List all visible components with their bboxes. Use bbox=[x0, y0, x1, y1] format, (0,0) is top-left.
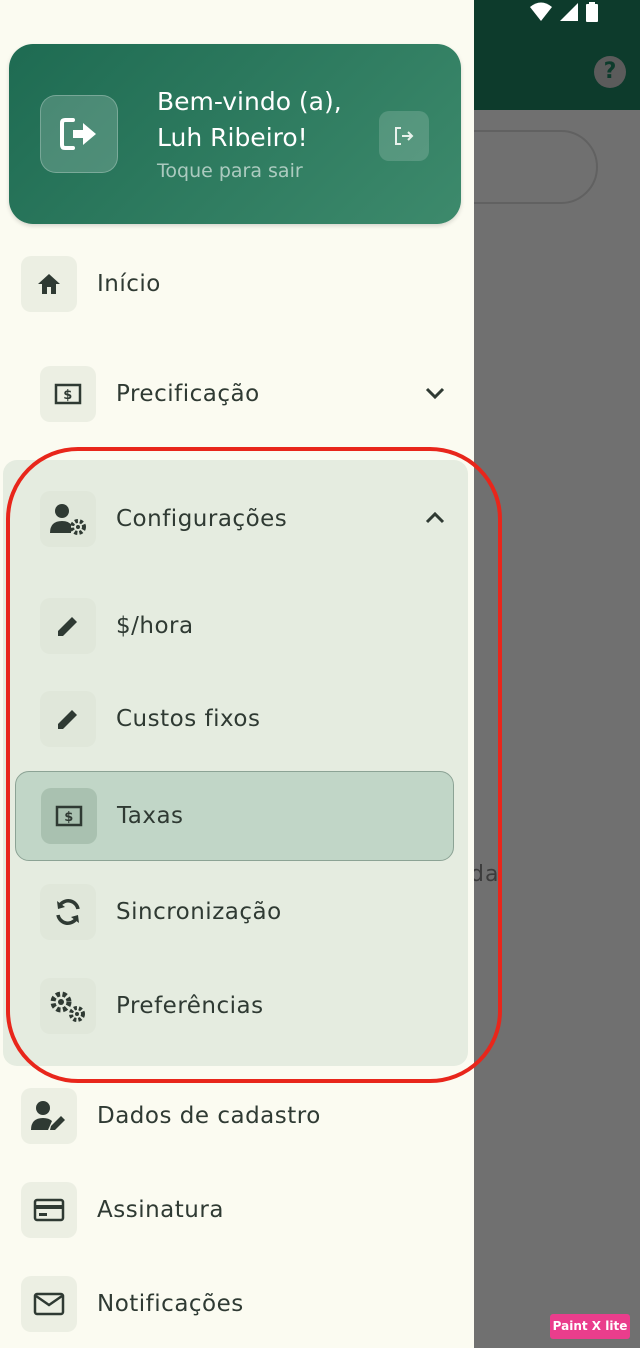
username-line: Luh Ribeiro! bbox=[157, 123, 308, 152]
status-bar-icons bbox=[530, 2, 598, 22]
logout-badge bbox=[40, 95, 118, 173]
credit-card-icon-box bbox=[21, 1182, 77, 1238]
pencil-icon bbox=[58, 710, 77, 729]
money-icon-box: $ bbox=[40, 366, 96, 422]
greeting-line: Bem-vindo (a), bbox=[157, 87, 342, 116]
menu-label: Dados de cadastro bbox=[97, 1103, 321, 1129]
submenu-item-preferencias[interactable]: Preferências bbox=[40, 978, 264, 1034]
menu-label: Configurações bbox=[116, 506, 288, 532]
welcome-text: Bem-vindo (a), Luh Ribeiro! bbox=[157, 84, 377, 156]
pencil-icon bbox=[58, 617, 77, 636]
menu-label: Notificações bbox=[97, 1291, 244, 1317]
gears-icon bbox=[50, 991, 85, 1022]
submenu-item-sincronizacao[interactable]: Sincronização bbox=[40, 884, 282, 940]
mail-icon-box bbox=[21, 1276, 77, 1332]
submenu-item-taxas[interactable]: $ Taxas bbox=[15, 771, 454, 861]
menu-item-inicio[interactable]: Início bbox=[21, 256, 161, 312]
logout-icon bbox=[60, 118, 96, 150]
configuracoes-expanded-panel bbox=[3, 460, 468, 1066]
credit-card-icon bbox=[33, 1198, 65, 1222]
chevron-down-icon[interactable] bbox=[424, 385, 446, 401]
navigation-drawer: Bem-vindo (a), Luh Ribeiro! Toque para s… bbox=[0, 0, 474, 1348]
svg-text:$: $ bbox=[64, 810, 74, 825]
submenu-label: $/hora bbox=[116, 613, 194, 639]
signal-icon bbox=[560, 3, 578, 21]
submenu-label: Custos fixos bbox=[116, 706, 261, 732]
user-settings-icon-box bbox=[40, 491, 96, 547]
menu-item-notificacoes[interactable]: Notificações bbox=[21, 1276, 244, 1332]
sync-icon-box bbox=[40, 884, 96, 940]
gears-icon-box bbox=[40, 978, 96, 1034]
home-icon bbox=[38, 274, 60, 294]
menu-item-dados-cadastro[interactable]: Dados de cadastro bbox=[21, 1088, 321, 1144]
user-edit-icon-box bbox=[21, 1088, 77, 1144]
home-icon-box bbox=[21, 256, 77, 312]
background-text-fragment: da bbox=[470, 862, 500, 887]
watermark-badge: Paint X lite bbox=[550, 1314, 630, 1339]
wifi-icon bbox=[530, 2, 552, 21]
submenu-label: Preferências bbox=[116, 993, 264, 1019]
sync-icon bbox=[56, 899, 80, 925]
money-icon: $ bbox=[55, 805, 83, 827]
tap-to-logout-hint: Toque para sair bbox=[157, 160, 303, 182]
battery-icon bbox=[586, 2, 598, 22]
user-edit-icon bbox=[31, 1101, 65, 1130]
menu-label: Início bbox=[97, 271, 161, 297]
menu-item-precificacao[interactable]: $ Precificação bbox=[40, 366, 260, 422]
chevron-up-icon[interactable] bbox=[424, 510, 446, 526]
menu-item-configuracoes[interactable]: Configurações bbox=[40, 491, 287, 547]
menu-item-assinatura[interactable]: Assinatura bbox=[21, 1182, 224, 1238]
user-header-card[interactable]: Bem-vindo (a), Luh Ribeiro! Toque para s… bbox=[9, 44, 461, 224]
logout-button[interactable] bbox=[379, 111, 429, 161]
menu-label: Precificação bbox=[116, 381, 260, 407]
menu-label: Assinatura bbox=[97, 1197, 224, 1223]
svg-text:$: $ bbox=[63, 388, 73, 403]
submenu-item-hora[interactable]: $/hora bbox=[40, 598, 194, 654]
submenu-label: Sincronização bbox=[116, 899, 282, 925]
money-icon: $ bbox=[54, 383, 82, 405]
mail-icon bbox=[33, 1292, 65, 1316]
logout-small-icon bbox=[395, 127, 414, 145]
user-gear-icon bbox=[50, 504, 86, 535]
submenu-label: Taxas bbox=[117, 803, 184, 829]
help-icon[interactable]: ? bbox=[594, 56, 626, 88]
money-icon-box: $ bbox=[41, 788, 97, 844]
submenu-item-custos-fixos[interactable]: Custos fixos bbox=[40, 691, 260, 747]
edit-icon-box bbox=[40, 598, 96, 654]
edit-icon-box bbox=[40, 691, 96, 747]
